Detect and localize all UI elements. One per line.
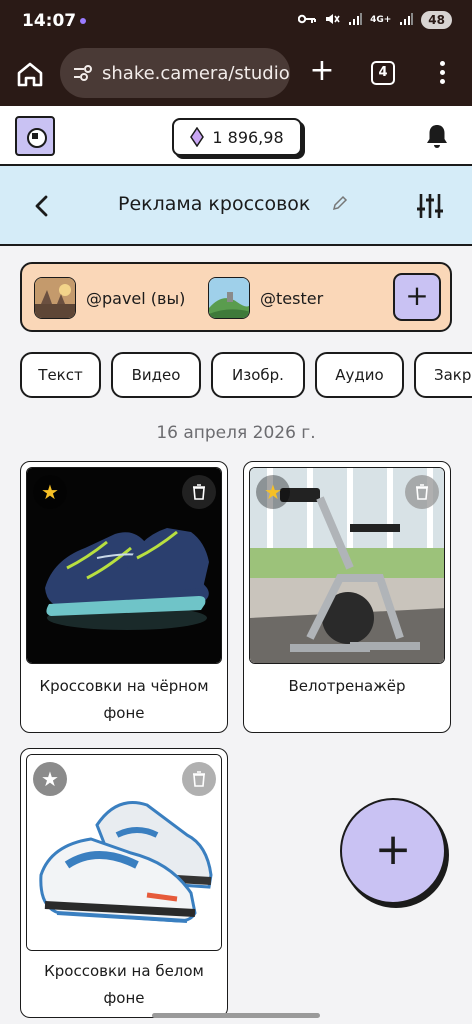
member-pavel[interactable]: @pavel (вы) bbox=[34, 277, 185, 319]
mute-icon bbox=[324, 12, 340, 29]
notification-dot-icon bbox=[80, 18, 86, 24]
signal-icon-2 bbox=[399, 12, 414, 29]
bell-icon bbox=[427, 125, 447, 148]
member-handle: @tester bbox=[260, 288, 324, 308]
filter-chip-video[interactable]: Видео bbox=[111, 352, 201, 398]
home-indicator[interactable] bbox=[152, 1013, 320, 1018]
member-handle: @pavel (вы) bbox=[86, 288, 186, 308]
status-time: 14:07 bbox=[22, 11, 77, 31]
media-caption: Велотренажёр bbox=[288, 677, 406, 695]
tab-switcher-button[interactable]: 4 bbox=[371, 61, 395, 85]
favorite-star-icon[interactable]: ★ bbox=[33, 475, 67, 509]
members-panel: @pavel (вы) @tester + bbox=[20, 262, 452, 332]
date-group-label: 16 апреля 2026 г. bbox=[156, 423, 316, 443]
notifications-button[interactable] bbox=[424, 122, 450, 154]
media-card[interactable]: ★ Велотренажёр bbox=[243, 461, 451, 733]
filter-chip-images[interactable]: Изобр. bbox=[211, 352, 305, 398]
filter-chips: Текст Видео Изобр. Аудио Закр bbox=[20, 352, 472, 400]
filter-chip-audio[interactable]: Аудио bbox=[315, 352, 404, 398]
favorite-star-icon[interactable]: ★ bbox=[256, 475, 290, 509]
media-caption: Кроссовки на белом фоне bbox=[44, 962, 204, 1007]
browser-toolbar: shake.camera/studio + 4 bbox=[0, 44, 472, 106]
add-media-button[interactable]: + bbox=[340, 798, 446, 904]
member-tester[interactable]: @tester bbox=[208, 277, 323, 319]
media-card[interactable]: ★ Кроссовки на белом фоне bbox=[20, 748, 228, 1018]
settings-sliders-button[interactable] bbox=[414, 190, 446, 222]
battery-badge: 48 bbox=[421, 11, 452, 29]
key-icon bbox=[297, 13, 317, 28]
home-icon bbox=[17, 62, 43, 87]
app-header: 1 896,98 bbox=[0, 106, 472, 166]
project-title: Реклама кроссовок bbox=[118, 193, 311, 215]
balance-amount: 1 896,98 bbox=[212, 127, 284, 147]
browser-menu-button[interactable] bbox=[430, 58, 454, 90]
sliders-icon bbox=[417, 194, 443, 218]
status-bar: 14:07 4G+ 48 bbox=[0, 0, 472, 44]
app-logo[interactable] bbox=[15, 116, 55, 156]
signal-icon bbox=[348, 12, 363, 29]
media-caption: Кроссовки на чёрном фоне bbox=[39, 677, 209, 722]
address-bar[interactable]: shake.camera/studio bbox=[60, 48, 290, 98]
delete-trash-icon[interactable] bbox=[182, 762, 216, 796]
delete-trash-icon[interactable] bbox=[182, 475, 216, 509]
back-button[interactable] bbox=[28, 192, 56, 220]
filter-chip-closed[interactable]: Закр bbox=[414, 352, 472, 398]
favorite-star-icon[interactable]: ★ bbox=[33, 762, 67, 796]
new-tab-button[interactable]: + bbox=[306, 56, 338, 88]
avatar bbox=[34, 277, 76, 319]
balance-badge[interactable]: 1 896,98 bbox=[172, 118, 302, 156]
system-icons: 4G+ 48 bbox=[297, 11, 452, 29]
network-label: 4G+ bbox=[370, 15, 392, 25]
chevron-left-icon bbox=[35, 195, 48, 217]
edit-title-button[interactable] bbox=[331, 194, 349, 216]
site-settings-icon bbox=[74, 65, 92, 81]
delete-trash-icon[interactable] bbox=[405, 475, 439, 509]
crystal-icon bbox=[190, 127, 205, 147]
avatar bbox=[208, 277, 250, 319]
url-text: shake.camera/studio bbox=[102, 62, 290, 84]
home-button[interactable] bbox=[14, 58, 46, 90]
project-header: Реклама кроссовок bbox=[0, 166, 472, 246]
pencil-icon bbox=[332, 195, 348, 211]
filter-chip-text[interactable]: Текст bbox=[20, 352, 101, 398]
add-member-button[interactable]: + bbox=[393, 273, 441, 321]
media-card[interactable]: ★ Кроссовки на чёрном фоне bbox=[20, 461, 228, 733]
